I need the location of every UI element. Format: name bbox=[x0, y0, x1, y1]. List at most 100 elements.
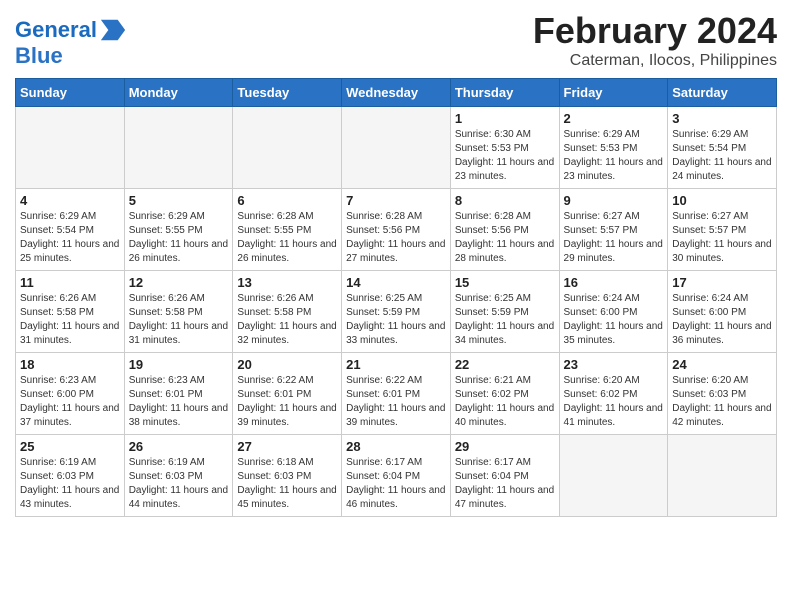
day-info: Sunrise: 6:26 AM Sunset: 5:58 PM Dayligh… bbox=[237, 292, 337, 348]
month-title: February 2024 bbox=[533, 10, 777, 52]
calendar-cell bbox=[342, 107, 451, 189]
day-number: 7 bbox=[346, 193, 446, 208]
day-number: 4 bbox=[20, 193, 120, 208]
day-info: Sunrise: 6:29 AM Sunset: 5:53 PM Dayligh… bbox=[564, 128, 664, 184]
day-number: 24 bbox=[672, 357, 772, 372]
day-info: Sunrise: 6:30 AM Sunset: 5:53 PM Dayligh… bbox=[455, 128, 555, 184]
calendar-cell: 4 Sunrise: 6:29 AM Sunset: 5:54 PM Daylig… bbox=[16, 189, 125, 271]
day-number: 16 bbox=[564, 275, 664, 290]
day-info: Sunrise: 6:24 AM Sunset: 6:00 PM Dayligh… bbox=[564, 292, 664, 348]
calendar-week-row: 1 Sunrise: 6:30 AM Sunset: 5:53 PM Daylig… bbox=[16, 107, 777, 189]
day-number: 21 bbox=[346, 357, 446, 372]
calendar-week-row: 4 Sunrise: 6:29 AM Sunset: 5:54 PM Daylig… bbox=[16, 189, 777, 271]
day-info: Sunrise: 6:27 AM Sunset: 5:57 PM Dayligh… bbox=[672, 210, 772, 266]
calendar-cell: 17 Sunrise: 6:24 AM Sunset: 6:00 PM Dayli… bbox=[668, 271, 777, 353]
calendar-cell: 7 Sunrise: 6:28 AM Sunset: 5:56 PM Daylig… bbox=[342, 189, 451, 271]
day-number: 10 bbox=[672, 193, 772, 208]
day-info: Sunrise: 6:28 AM Sunset: 5:56 PM Dayligh… bbox=[455, 210, 555, 266]
day-number: 13 bbox=[237, 275, 337, 290]
calendar-cell: 2 Sunrise: 6:29 AM Sunset: 5:53 PM Daylig… bbox=[559, 107, 668, 189]
calendar-cell: 16 Sunrise: 6:24 AM Sunset: 6:00 PM Dayli… bbox=[559, 271, 668, 353]
header: General Blue February 2024 Caterman, Ilo… bbox=[15, 10, 777, 70]
weekday-header-row: SundayMondayTuesdayWednesdayThursdayFrid… bbox=[16, 79, 777, 107]
calendar-cell bbox=[233, 107, 342, 189]
weekday-header-thursday: Thursday bbox=[450, 79, 559, 107]
day-number: 5 bbox=[129, 193, 229, 208]
logo: General Blue bbox=[15, 16, 127, 68]
day-number: 8 bbox=[455, 193, 555, 208]
calendar-cell: 19Sunrise: 6:23 AM Sunset: 6:01 PM Dayli… bbox=[124, 353, 233, 435]
weekday-header-tuesday: Tuesday bbox=[233, 79, 342, 107]
day-info: Sunrise: 6:29 AM Sunset: 5:55 PM Dayligh… bbox=[129, 210, 229, 266]
calendar-week-row: 11 Sunrise: 6:26 AM Sunset: 5:58 PM Dayli… bbox=[16, 271, 777, 353]
calendar-cell: 22 Sunrise: 6:21 AM Sunset: 6:02 PM Dayli… bbox=[450, 353, 559, 435]
day-number: 20 bbox=[237, 357, 337, 372]
day-number: 19 bbox=[129, 357, 229, 372]
day-info: Sunrise: 6:21 AM Sunset: 6:02 PM Dayligh… bbox=[455, 374, 555, 430]
day-number: 18 bbox=[20, 357, 120, 372]
day-number: 25 bbox=[20, 439, 120, 454]
day-info: Sunrise: 6:24 AM Sunset: 6:00 PM Dayligh… bbox=[672, 292, 772, 348]
day-info: Sunrise: 6:23 AM Sunset: 6:00 PM Dayligh… bbox=[20, 374, 120, 430]
day-info: Sunrise: 6:20 AM Sunset: 6:02 PM Dayligh… bbox=[564, 374, 664, 430]
weekday-header-sunday: Sunday bbox=[16, 79, 125, 107]
day-number: 3 bbox=[672, 111, 772, 126]
calendar-cell bbox=[124, 107, 233, 189]
day-info: Sunrise: 6:25 AM Sunset: 5:59 PM Dayligh… bbox=[346, 292, 446, 348]
calendar-week-row: 18 Sunrise: 6:23 AM Sunset: 6:00 PM Dayli… bbox=[16, 353, 777, 435]
day-number: 27 bbox=[237, 439, 337, 454]
calendar-cell: 20 Sunrise: 6:22 AM Sunset: 6:01 PM Dayli… bbox=[233, 353, 342, 435]
calendar-cell: 12Sunrise: 6:26 AM Sunset: 5:58 PM Dayli… bbox=[124, 271, 233, 353]
day-info: Sunrise: 6:26 AM Sunset: 5:58 PM Dayligh… bbox=[20, 292, 120, 348]
weekday-header-wednesday: Wednesday bbox=[342, 79, 451, 107]
logo-icon bbox=[99, 16, 127, 44]
calendar-cell: 8 Sunrise: 6:28 AM Sunset: 5:56 PM Daylig… bbox=[450, 189, 559, 271]
day-info: Sunrise: 6:29 AM Sunset: 5:54 PM Dayligh… bbox=[672, 128, 772, 184]
calendar-cell: 13 Sunrise: 6:26 AM Sunset: 5:58 PM Dayli… bbox=[233, 271, 342, 353]
day-info: Sunrise: 6:22 AM Sunset: 6:01 PM Dayligh… bbox=[237, 374, 337, 430]
day-info: Sunrise: 6:20 AM Sunset: 6:03 PM Dayligh… bbox=[672, 374, 772, 430]
calendar-week-row: 25 Sunrise: 6:19 AM Sunset: 6:03 PM Dayli… bbox=[16, 435, 777, 517]
calendar-cell bbox=[559, 435, 668, 517]
calendar-cell: 29Sunrise: 6:17 AM Sunset: 6:04 PM Dayli… bbox=[450, 435, 559, 517]
day-number: 29 bbox=[455, 439, 555, 454]
day-info: Sunrise: 6:18 AM Sunset: 6:03 PM Dayligh… bbox=[237, 456, 337, 512]
calendar-cell: 9Sunrise: 6:27 AM Sunset: 5:57 PM Daylig… bbox=[559, 189, 668, 271]
day-info: Sunrise: 6:27 AM Sunset: 5:57 PM Dayligh… bbox=[564, 210, 664, 266]
day-number: 1 bbox=[455, 111, 555, 126]
calendar-cell bbox=[16, 107, 125, 189]
calendar-cell: 3 Sunrise: 6:29 AM Sunset: 5:54 PM Daylig… bbox=[668, 107, 777, 189]
calendar-cell: 11 Sunrise: 6:26 AM Sunset: 5:58 PM Dayli… bbox=[16, 271, 125, 353]
day-number: 2 bbox=[564, 111, 664, 126]
day-number: 12 bbox=[129, 275, 229, 290]
day-number: 26 bbox=[129, 439, 229, 454]
logo-blue-text: Blue bbox=[15, 44, 127, 68]
calendar-cell: 27 Sunrise: 6:18 AM Sunset: 6:03 PM Dayli… bbox=[233, 435, 342, 517]
day-number: 15 bbox=[455, 275, 555, 290]
day-info: Sunrise: 6:28 AM Sunset: 5:55 PM Dayligh… bbox=[237, 210, 337, 266]
weekday-header-friday: Friday bbox=[559, 79, 668, 107]
day-number: 28 bbox=[346, 439, 446, 454]
calendar-cell bbox=[668, 435, 777, 517]
calendar-cell: 1 Sunrise: 6:30 AM Sunset: 5:53 PM Daylig… bbox=[450, 107, 559, 189]
title-area: February 2024 Caterman, Ilocos, Philippi… bbox=[533, 10, 777, 70]
calendar-cell: 6 Sunrise: 6:28 AM Sunset: 5:55 PM Daylig… bbox=[233, 189, 342, 271]
day-info: Sunrise: 6:19 AM Sunset: 6:03 PM Dayligh… bbox=[129, 456, 229, 512]
calendar-table: SundayMondayTuesdayWednesdayThursdayFrid… bbox=[15, 78, 777, 517]
calendar-cell: 28 Sunrise: 6:17 AM Sunset: 6:04 PM Dayli… bbox=[342, 435, 451, 517]
calendar-cell: 14 Sunrise: 6:25 AM Sunset: 5:59 PM Dayli… bbox=[342, 271, 451, 353]
calendar-cell: 5 Sunrise: 6:29 AM Sunset: 5:55 PM Daylig… bbox=[124, 189, 233, 271]
location-title: Caterman, Ilocos, Philippines bbox=[533, 52, 777, 70]
weekday-header-saturday: Saturday bbox=[668, 79, 777, 107]
day-info: Sunrise: 6:29 AM Sunset: 5:54 PM Dayligh… bbox=[20, 210, 120, 266]
calendar-cell: 10 Sunrise: 6:27 AM Sunset: 5:57 PM Dayli… bbox=[668, 189, 777, 271]
day-number: 22 bbox=[455, 357, 555, 372]
day-info: Sunrise: 6:17 AM Sunset: 6:04 PM Dayligh… bbox=[346, 456, 446, 512]
calendar-cell: 18 Sunrise: 6:23 AM Sunset: 6:00 PM Dayli… bbox=[16, 353, 125, 435]
day-number: 17 bbox=[672, 275, 772, 290]
day-number: 14 bbox=[346, 275, 446, 290]
day-info: Sunrise: 6:28 AM Sunset: 5:56 PM Dayligh… bbox=[346, 210, 446, 266]
day-number: 11 bbox=[20, 275, 120, 290]
day-info: Sunrise: 6:22 AM Sunset: 6:01 PM Dayligh… bbox=[346, 374, 446, 430]
day-number: 6 bbox=[237, 193, 337, 208]
